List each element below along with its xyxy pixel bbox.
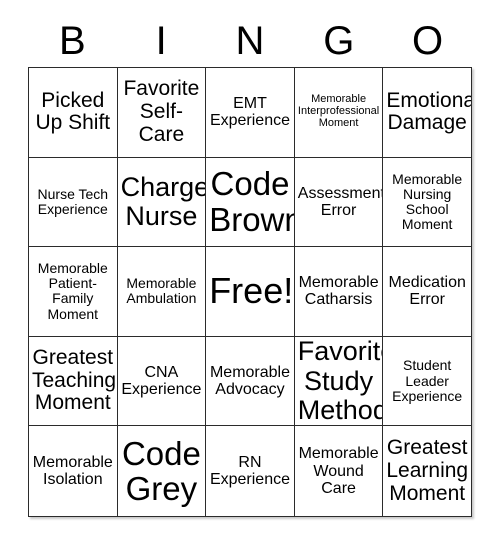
bingo-header-letter-n: N <box>235 18 265 63</box>
bingo-row: Nurse Tech Experience Charge Nurse Code … <box>29 157 471 248</box>
bingo-cell-label: Charge Nurse <box>120 171 207 231</box>
bingo-cell-label: CNA Experience <box>121 363 202 399</box>
bingo-cell[interactable]: Picked Up Shift <box>29 68 118 158</box>
bingo-cell[interactable]: Greatest Teaching Moment <box>29 336 118 427</box>
bingo-cell-free[interactable]: Free! <box>206 247 295 337</box>
bingo-cell[interactable]: Nurse Tech Experience <box>29 157 118 248</box>
bingo-row: Picked Up Shift Favorite Self-Care EMT E… <box>29 68 471 158</box>
bingo-cell[interactable]: Memorable Advocacy <box>206 336 295 427</box>
bingo-cell-label: Student Leader Experience <box>392 357 463 404</box>
bingo-card: B I N G O Picked Up Shift Favorite Self-… <box>0 0 500 544</box>
bingo-cell-label: Code Grey <box>121 434 201 508</box>
bingo-cell-label: Memorable Advocacy <box>209 363 290 399</box>
bingo-cell-label: Memorable Nursing School Moment <box>392 170 463 232</box>
bingo-cell[interactable]: Favorite Self-Care <box>117 68 207 158</box>
bingo-cell[interactable]: Memorable Wound Care <box>295 426 384 516</box>
bingo-cell-label: Memorable Wound Care <box>298 445 379 497</box>
bingo-header-letter-b: B <box>59 18 86 63</box>
bingo-cell-label: Free! <box>209 270 294 312</box>
bingo-row: Memorable Patient-Family Moment Memorabl… <box>29 247 471 337</box>
bingo-cell-label: Nurse Tech Experience <box>37 185 109 217</box>
bingo-cell-label: RN Experience <box>209 453 290 489</box>
bingo-cell[interactable]: Greatest Learning Moment <box>383 426 471 516</box>
bingo-cell-label: Assessment Error <box>297 184 384 219</box>
bingo-cell[interactable]: Code Brown <box>206 157 295 248</box>
bingo-row: Memorable Isolation Code Grey RN Experie… <box>29 426 471 516</box>
bingo-cell[interactable]: Favorite Study Method <box>294 336 384 427</box>
bingo-cell[interactable]: Code Grey <box>118 426 207 516</box>
bingo-row: Greatest Teaching Moment CNA Experience … <box>29 336 471 427</box>
bingo-cell-label: Memorable Isolation <box>32 453 113 489</box>
bingo-header-letter-o: O <box>412 18 444 63</box>
bingo-cell-label: Memorable Ambulation <box>126 275 197 307</box>
bingo-cell-label: Favorite Study Method <box>297 336 384 425</box>
bingo-cell-label: Emotional Damage <box>386 88 471 135</box>
bingo-cell[interactable]: Memorable Ambulation <box>117 247 207 337</box>
bingo-cell-label: Code Brown <box>209 165 295 238</box>
bingo-cell[interactable]: EMT Experience <box>206 68 295 158</box>
bingo-cell[interactable]: Charge Nurse <box>117 157 207 248</box>
bingo-cell-label: EMT Experience <box>209 95 290 130</box>
bingo-cell[interactable]: Memorable Interprofessional Moment <box>294 68 384 158</box>
bingo-cell-label: Greatest Teaching Moment <box>32 346 117 415</box>
bingo-cell[interactable]: Memorable Catharsis <box>294 247 384 337</box>
bingo-header-row: B I N G O <box>28 14 472 67</box>
bingo-cell-label: Memorable Interprofessional Moment <box>297 93 380 130</box>
bingo-cell[interactable]: Assessment Error <box>294 157 384 248</box>
bingo-cell[interactable]: Memorable Isolation <box>29 426 118 516</box>
bingo-cell-label: Favorite Self-Care <box>123 77 200 146</box>
bingo-header-letter-g: G <box>323 18 355 63</box>
bingo-cell-label: Memorable Patient-Family Moment <box>37 260 108 322</box>
bingo-header-letter-i: I <box>155 18 167 63</box>
bingo-cell-label: Medication Error <box>388 274 466 309</box>
bingo-grid: Picked Up Shift Favorite Self-Care EMT E… <box>28 67 472 517</box>
bingo-cell[interactable]: RN Experience <box>206 426 295 516</box>
bingo-cell[interactable]: Memorable Nursing School Moment <box>383 158 471 248</box>
bingo-cell[interactable]: Student Leader Experience <box>383 337 471 427</box>
bingo-cell[interactable]: CNA Experience <box>117 336 207 427</box>
bingo-cell-label: Greatest Learning Moment <box>386 436 469 505</box>
bingo-cell-label: Picked Up Shift <box>35 88 111 135</box>
bingo-cell-label: Memorable Catharsis <box>298 274 379 309</box>
bingo-cell[interactable]: Memorable Patient-Family Moment <box>29 247 118 337</box>
bingo-cell[interactable]: Emotional Damage <box>383 68 471 158</box>
bingo-cell[interactable]: Medication Error <box>383 247 471 337</box>
